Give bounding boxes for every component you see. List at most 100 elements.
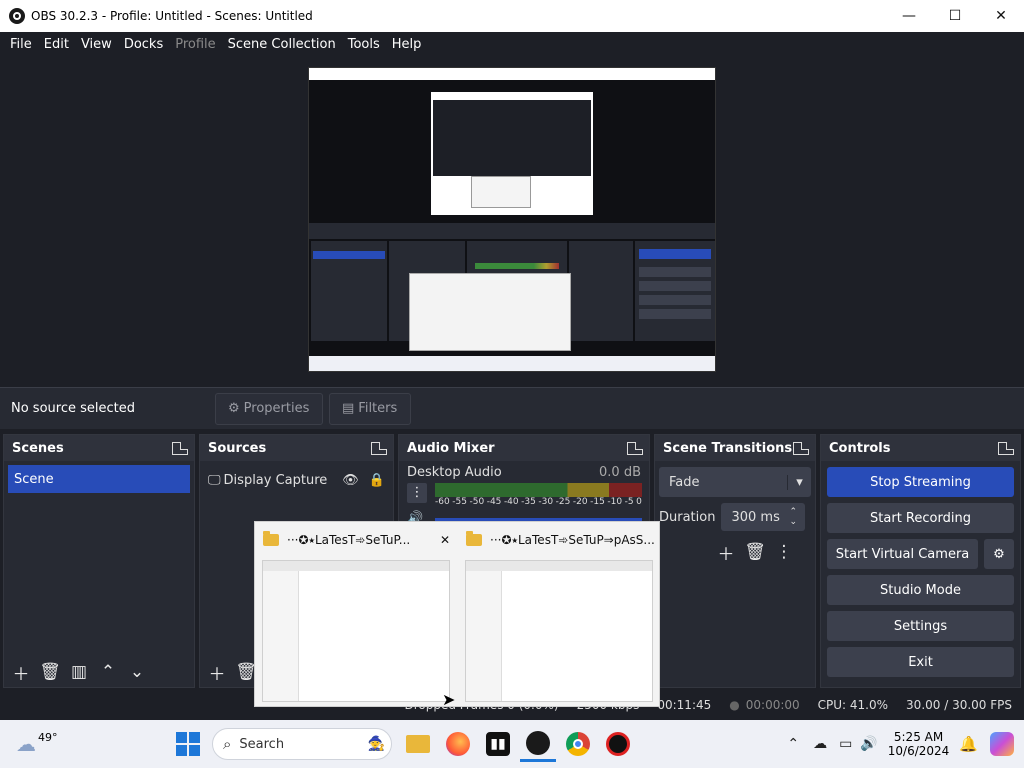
trash-icon[interactable]: 🗑: [37, 659, 63, 685]
menu-edit[interactable]: Edit: [38, 37, 75, 52]
lock-icon[interactable]: 🔒: [369, 473, 385, 488]
thumbnail-window-1[interactable]: ···✪⭑LaTesT➾SeTuP... ✕: [255, 522, 458, 708]
volume-icon[interactable]: 🔊: [860, 736, 877, 752]
thumbnail-window-2[interactable]: ···✪⭑LaTesT➾SeTuP⇒pAsS...: [458, 522, 661, 708]
preview-display-capture: [308, 67, 716, 372]
controls-title: Controls: [829, 440, 891, 456]
no-source-label: No source selected: [11, 401, 135, 416]
transitions-title: Scene Transitions: [663, 440, 793, 456]
scene-item[interactable]: Scene: [8, 465, 190, 493]
network-off-icon[interactable]: ☁: [813, 736, 827, 752]
scene-transitions-dock: Scene Transitions Fade ▾ Duration 300 ms…: [654, 434, 816, 688]
filters-button[interactable]: ▤ Filters: [329, 392, 411, 425]
channel-level: 0.0 dB: [599, 465, 641, 480]
source-item[interactable]: 🖵 Display Capture 👁 🔒: [200, 465, 393, 495]
gear-icon: ⚙: [228, 401, 240, 416]
thumbnail-title: ···✪⭑LaTesT➾SeTuP...: [287, 532, 411, 547]
menu-profile[interactable]: Profile: [169, 37, 221, 52]
exit-button[interactable]: Exit: [827, 647, 1014, 677]
cloud-icon: ☁: [16, 732, 36, 756]
close-button[interactable]: ✕: [978, 0, 1024, 32]
display-icon[interactable]: ▭: [839, 736, 852, 752]
nested-preview: [431, 92, 593, 215]
channel-name: Desktop Audio: [407, 465, 502, 480]
spin-arrows-icon[interactable]: ⌃ ⌄: [789, 507, 805, 527]
bell-icon[interactable]: 🔔: [959, 735, 978, 753]
menu-scene-collection[interactable]: Scene Collection: [222, 37, 342, 52]
duration-spinbox[interactable]: 300 ms ⌃ ⌄: [721, 503, 806, 531]
filter-icon: ▤: [342, 401, 355, 416]
transition-select[interactable]: Fade ▾: [659, 467, 811, 497]
cpu-usage: CPU: 41.0%: [817, 698, 889, 712]
firefox-icon[interactable]: [440, 726, 476, 762]
search-highlight-icon: 🧙: [367, 736, 385, 752]
scene-filters-icon[interactable]: ▥: [66, 659, 92, 685]
studio-mode-button[interactable]: Studio Mode: [827, 575, 1014, 605]
undock-icon[interactable]: [627, 441, 643, 455]
settings-button[interactable]: Settings: [827, 611, 1014, 641]
obs-taskbar-icon[interactable]: [520, 726, 556, 762]
nested-scenes: [311, 241, 387, 341]
folder-icon: [263, 531, 279, 546]
move-down-icon[interactable]: ⌄: [124, 659, 150, 685]
chevron-up-icon[interactable]: ⌃: [787, 736, 799, 752]
taskbar-search[interactable]: ⌕ Search 🧙: [212, 728, 392, 760]
audio-app-icon[interactable]: ▮▮: [480, 726, 516, 762]
scenes-title: Scenes: [12, 440, 64, 456]
start-recording-button[interactable]: Start Recording: [827, 503, 1014, 533]
thumbnail-preview: [262, 560, 450, 702]
move-up-icon[interactable]: ⌃: [95, 659, 121, 685]
clock[interactable]: 5:25 AM 10/6/2024: [888, 730, 950, 758]
record-dot-icon: ●: [729, 698, 740, 712]
add-icon[interactable]: ＋: [713, 539, 739, 565]
minimize-button[interactable]: —: [886, 0, 932, 32]
monitor-icon: 🖵: [208, 472, 221, 488]
file-explorer-icon[interactable]: [400, 726, 436, 762]
source-context-bar: No source selected ⚙ Properties ▤ Filter…: [0, 387, 1024, 429]
record-app-icon[interactable]: [600, 726, 636, 762]
sources-title: Sources: [208, 440, 267, 456]
menu-tools[interactable]: Tools: [342, 37, 386, 52]
windows-start-icon[interactable]: [170, 726, 206, 762]
start-virtual-camera-button[interactable]: Start Virtual Camera: [827, 539, 978, 569]
fps: 30.00 / 30.00 FPS: [906, 698, 1012, 712]
window-title: OBS 30.2.3 - Profile: Untitled - Scenes:…: [31, 9, 313, 23]
menu-help[interactable]: Help: [386, 37, 428, 52]
nested-taskbar: [309, 356, 715, 371]
thumbnail-preview: [465, 560, 653, 702]
scenes-dock: Scenes Scene ＋ 🗑 ▥ ⌃ ⌄: [3, 434, 195, 688]
meter-scale: -60 -55 -50 -45 -40 -35 -30 -25 -20 -15 -10 -5 0: [435, 497, 642, 507]
properties-button[interactable]: ⚙ Properties: [215, 392, 323, 425]
chrome-icon[interactable]: [560, 726, 596, 762]
close-icon[interactable]: ✕: [432, 533, 458, 547]
nested-titlebar: [309, 68, 715, 80]
menu-file[interactable]: File: [4, 37, 38, 52]
duration-label: Duration: [659, 509, 716, 525]
add-icon[interactable]: ＋: [204, 659, 230, 685]
undock-icon[interactable]: [371, 441, 387, 455]
weather-widget[interactable]: ☁ 49°: [0, 730, 160, 757]
eye-icon[interactable]: 👁: [342, 473, 359, 488]
nested-controls: [635, 241, 715, 341]
controls-dock: Controls Stop Streaming Start Recording …: [820, 434, 1021, 688]
window-titlebar: OBS 30.2.3 - Profile: Untitled - Scenes:…: [0, 0, 1024, 32]
menu-view[interactable]: View: [75, 37, 118, 52]
more-options-icon[interactable]: ⋮: [771, 539, 797, 565]
record-time: 00:00:00: [745, 698, 800, 712]
menu-docks[interactable]: Docks: [118, 37, 169, 52]
copilot-icon[interactable]: [990, 732, 1014, 756]
virtual-camera-settings-icon[interactable]: ⚙: [984, 539, 1014, 569]
weather-temp: 49°: [38, 730, 58, 744]
undock-icon[interactable]: [172, 441, 188, 455]
preview-area[interactable]: [0, 57, 1024, 387]
stop-streaming-button[interactable]: Stop Streaming: [827, 467, 1014, 497]
undock-icon[interactable]: [998, 441, 1014, 455]
maximize-button[interactable]: ☐: [932, 0, 978, 32]
thumbnail-title: ···✪⭑LaTesT➾SeTuP⇒pAsS...: [490, 532, 655, 547]
chevron-down-icon: ▾: [787, 474, 811, 490]
undock-icon[interactable]: [793, 441, 809, 455]
trash-icon[interactable]: 🗑: [742, 539, 768, 565]
mixer-menu-icon[interactable]: ⋮: [407, 483, 427, 503]
stream-time: 00:11:45: [657, 698, 712, 712]
add-icon[interactable]: ＋: [8, 659, 34, 685]
